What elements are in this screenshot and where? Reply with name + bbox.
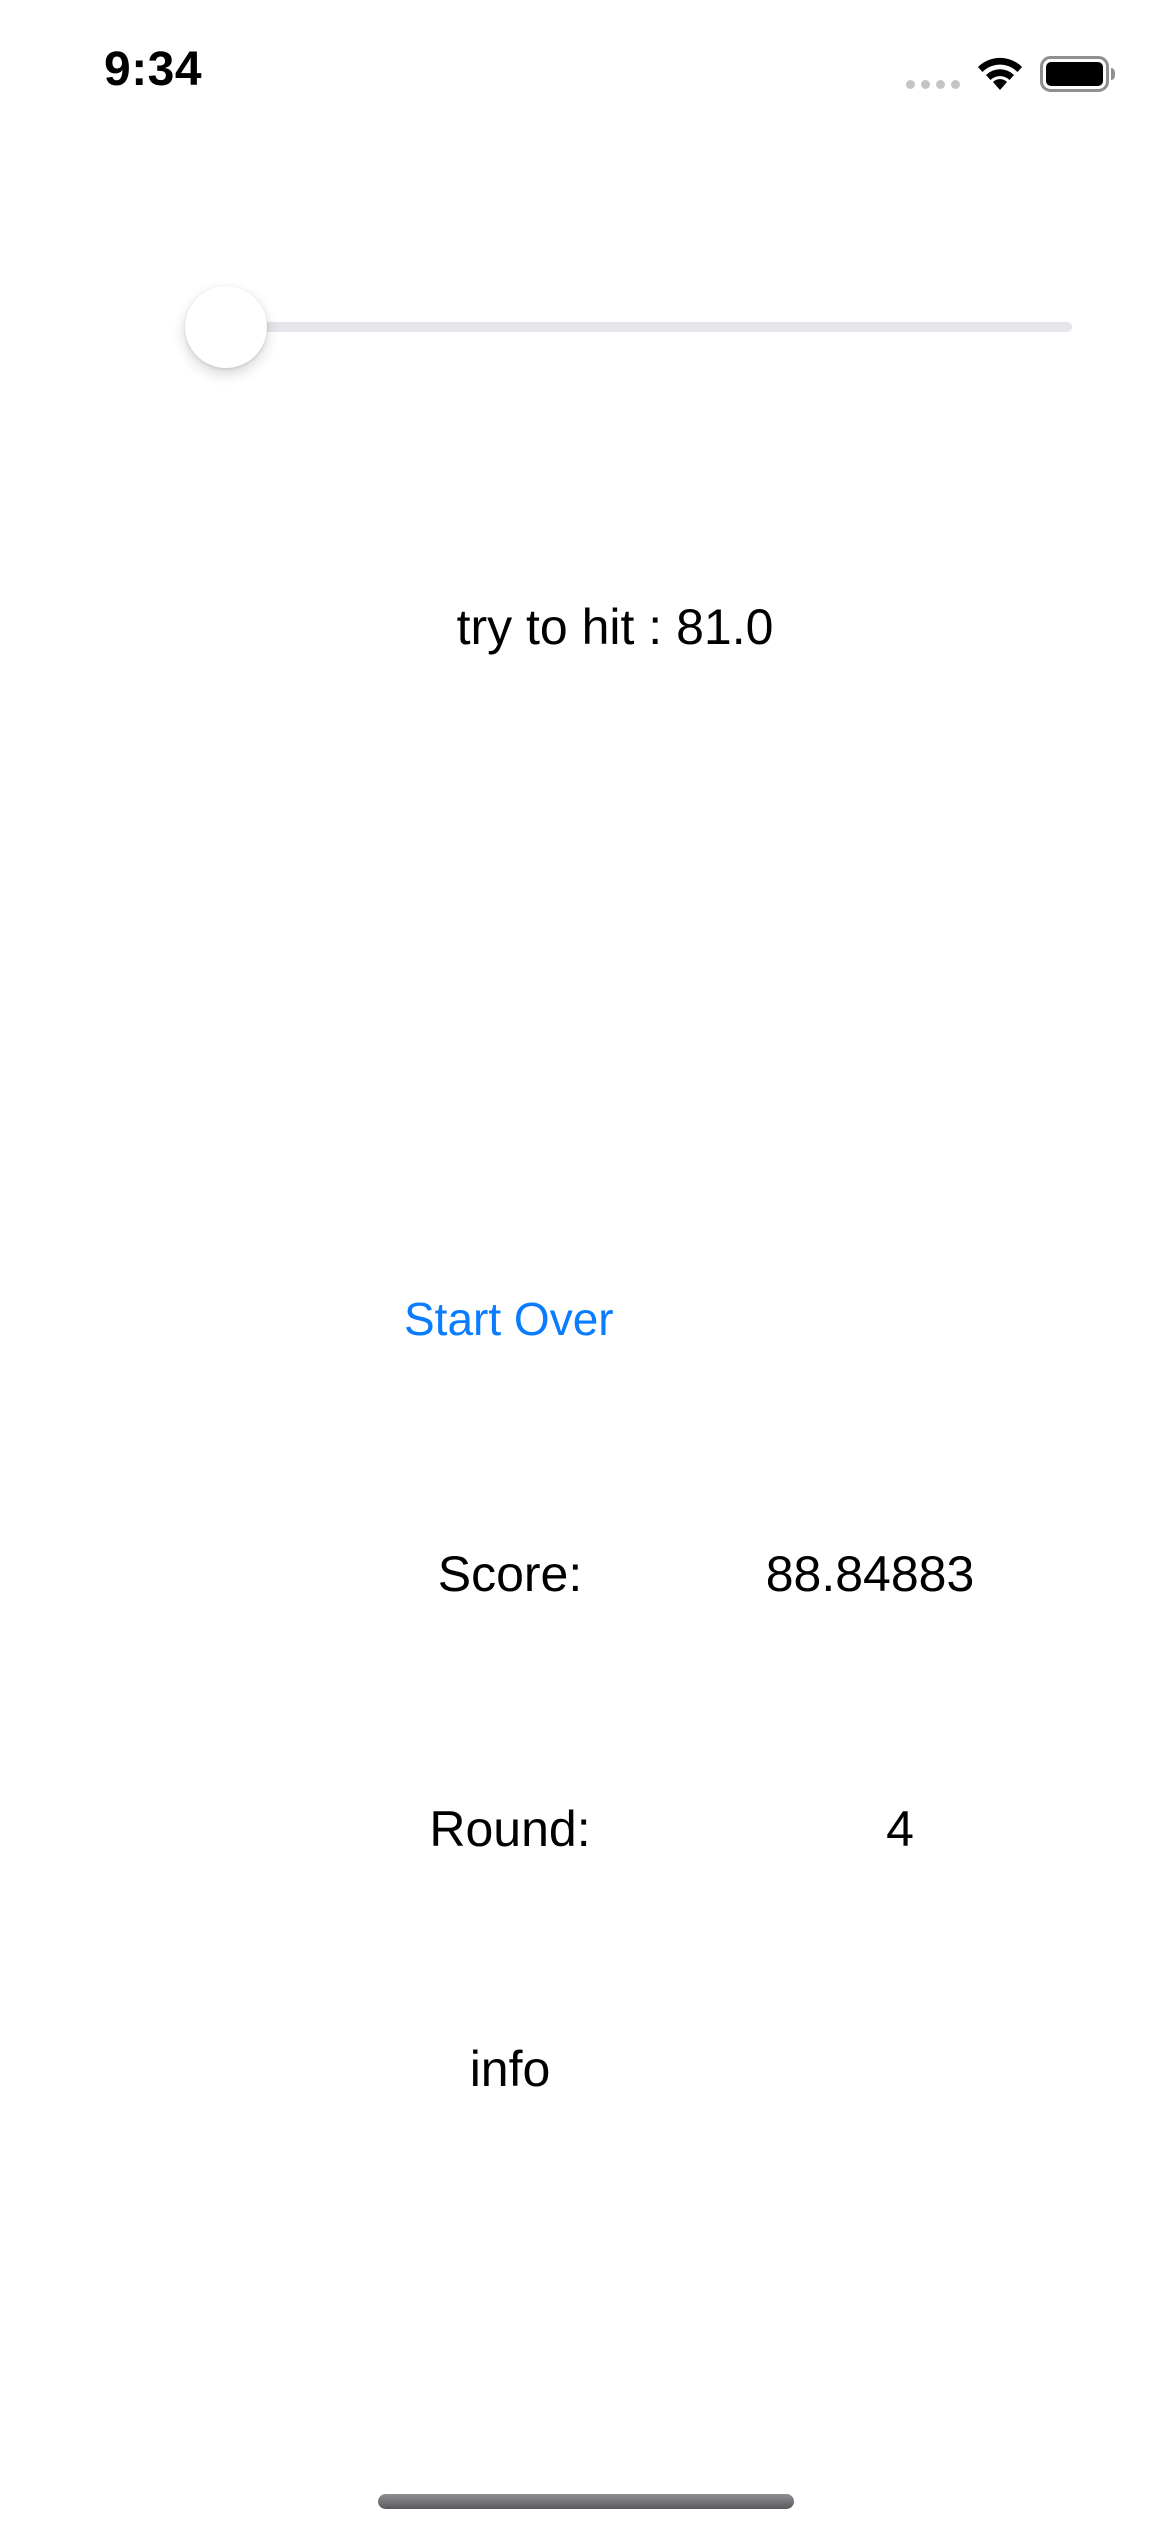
slider-thumb[interactable] <box>185 286 267 368</box>
round-label: Round: <box>429 1801 591 1857</box>
battery-icon <box>1040 56 1115 92</box>
round-value: 4 <box>886 1801 914 1857</box>
target-label: try to hit : 81.0 <box>456 599 774 655</box>
home-indicator[interactable] <box>378 2494 794 2509</box>
status-time: 9:34 <box>104 43 203 96</box>
wifi-icon <box>978 57 1022 90</box>
score-value: 88.84883 <box>765 1546 975 1602</box>
info-button[interactable]: info <box>360 2040 660 2098</box>
slider-track[interactable] <box>226 322 1072 332</box>
target-slider[interactable] <box>185 284 1074 368</box>
cellular-signal-icon <box>906 80 962 92</box>
start-over-button[interactable]: Start Over <box>404 1292 614 1346</box>
score-label: Score: <box>437 1546 583 1602</box>
